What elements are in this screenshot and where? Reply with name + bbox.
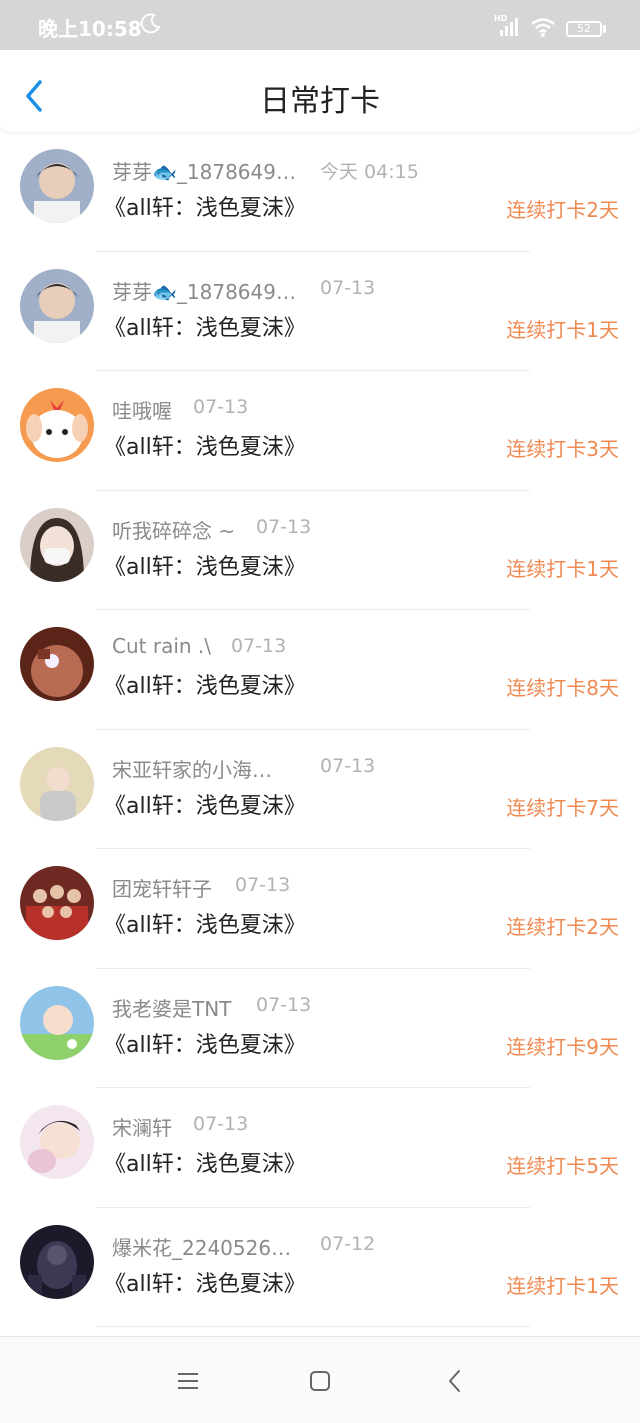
avatar[interactable] — [20, 746, 94, 821]
avatar[interactable] — [20, 866, 94, 940]
avatar[interactable] — [20, 149, 94, 223]
book-title[interactable]: 《all轩：浅色夏沫》 — [104, 788, 306, 820]
book-title[interactable]: 《all轩：浅色夏沫》 — [104, 429, 306, 461]
list-item[interactable]: 团宠轩轩子 07-13 《all轩：浅色夏沫》 连续打卡2天 — [0, 849, 640, 969]
battery-icon: 52 — [566, 21, 602, 37]
avatar[interactable] — [20, 388, 94, 462]
battery-tip — [603, 25, 606, 33]
avatar[interactable] — [20, 1224, 94, 1299]
post-time: 07-13 — [231, 635, 287, 657]
avatar[interactable] — [20, 268, 94, 343]
divider — [96, 1326, 530, 1327]
avatar[interactable] — [20, 1105, 94, 1179]
streak-count: 连续打卡7天 — [506, 795, 619, 820]
book-title[interactable]: 《all轩：浅色夏沫》 — [104, 907, 306, 939]
avatar[interactable] — [20, 985, 94, 1060]
list-item[interactable]: 宋亚轩家的小海… 07-13 《all轩：浅色夏沫》 连续打卡7天 — [0, 730, 640, 849]
post-time: 07-13 — [256, 515, 312, 538]
user-name[interactable]: 爆米花_2240526… — [112, 1232, 291, 1261]
post-time: 07-12 — [320, 1232, 376, 1255]
user-name[interactable]: 芽芽🐟_1878649… — [112, 156, 296, 185]
streak-count: 连续打卡9天 — [506, 1034, 619, 1059]
wifi-icon — [531, 18, 555, 37]
post-time: 07-13 — [320, 754, 376, 777]
streak-count: 连续打卡1天 — [506, 1273, 619, 1298]
avatar[interactable] — [20, 627, 94, 701]
post-time: 07-13 — [193, 396, 249, 418]
avatar[interactable] — [20, 507, 94, 582]
back-triangle-icon[interactable] — [440, 1367, 470, 1395]
checkin-list: 芽芽🐟_1878649… 今天 04:15 《all轩：浅色夏沫》 连续打卡2天… — [0, 132, 640, 1327]
book-title[interactable]: 《all轩：浅色夏沫》 — [104, 310, 306, 342]
status-time: 晚上10:58 — [38, 17, 142, 41]
list-item[interactable]: 宋澜轩 07-13 《all轩：浅色夏沫》 连续打卡5天 — [0, 1088, 640, 1208]
user-name[interactable]: 宋亚轩家的小海… — [112, 754, 272, 783]
list-item[interactable]: 我老婆是TNT 07-13 《all轩：浅色夏沫》 连续打卡9天 — [0, 969, 640, 1088]
book-title[interactable]: 《all轩：浅色夏沫》 — [104, 549, 306, 581]
home-square-icon[interactable] — [305, 1367, 335, 1395]
user-name[interactable]: 团宠轩轩子 — [112, 873, 212, 902]
battery-level: 52 — [577, 22, 591, 35]
book-title[interactable]: 《all轩：浅色夏沫》 — [104, 190, 306, 222]
status-bar: 晚上10:58 HD 52 — [0, 0, 640, 50]
book-title[interactable]: 《all轩：浅色夏沫》 — [104, 1266, 306, 1298]
streak-count: 连续打卡5天 — [506, 1154, 619, 1178]
header: 日常打卡 — [0, 50, 640, 132]
user-name[interactable]: Cut rain .\ — [112, 634, 211, 658]
list-item[interactable]: 哇哦喔 07-13 《all轩：浅色夏沫》 连续打卡3天 — [0, 371, 640, 491]
streak-count: 连续打卡3天 — [506, 437, 619, 461]
streak-count: 连续打卡2天 — [506, 915, 619, 939]
list-item[interactable]: 芽芽🐟_1878649… 今天 04:15 《all轩：浅色夏沫》 连续打卡2天 — [0, 132, 640, 252]
menu-icon[interactable] — [173, 1367, 203, 1395]
streak-count: 连续打卡1天 — [506, 556, 619, 581]
book-title[interactable]: 《all轩：浅色夏沫》 — [104, 1146, 306, 1178]
book-title[interactable]: 《all轩：浅色夏沫》 — [104, 668, 306, 700]
list-item[interactable]: 爆米花_2240526… 07-12 《all轩：浅色夏沫》 连续打卡1天 — [0, 1208, 640, 1327]
user-name[interactable]: 听我碎碎念 ~ — [112, 515, 235, 544]
signal-icon — [500, 18, 518, 36]
moon-icon — [140, 13, 161, 34]
page-title: 日常打卡 — [260, 84, 380, 119]
streak-count: 连续打卡8天 — [506, 676, 619, 700]
streak-count: 连续打卡2天 — [506, 198, 619, 222]
list-item[interactable]: 芽芽🐟_1878649… 07-13 《all轩：浅色夏沫》 连续打卡1天 — [0, 252, 640, 371]
user-name[interactable]: 芽芽🐟_1878649… — [112, 276, 296, 305]
post-time: 07-13 — [235, 874, 291, 896]
post-time: 07-13 — [320, 276, 376, 299]
user-name[interactable]: 我老婆是TNT — [112, 993, 231, 1022]
post-time: 07-13 — [256, 993, 312, 1016]
list-item[interactable]: 听我碎碎念 ~ 07-13 《all轩：浅色夏沫》 连续打卡1天 — [0, 491, 640, 610]
book-title[interactable]: 《all轩：浅色夏沫》 — [104, 1027, 306, 1059]
system-nav-bar — [0, 1336, 640, 1423]
user-name[interactable]: 宋澜轩 — [112, 1112, 172, 1141]
post-time: 07-13 — [193, 1113, 249, 1135]
user-name[interactable]: 哇哦喔 — [112, 395, 172, 424]
post-time: 今天 04:15 — [320, 161, 419, 183]
streak-count: 连续打卡1天 — [506, 317, 619, 342]
list-item[interactable]: Cut rain .\ 07-13 《all轩：浅色夏沫》 连续打卡8天 — [0, 610, 640, 730]
